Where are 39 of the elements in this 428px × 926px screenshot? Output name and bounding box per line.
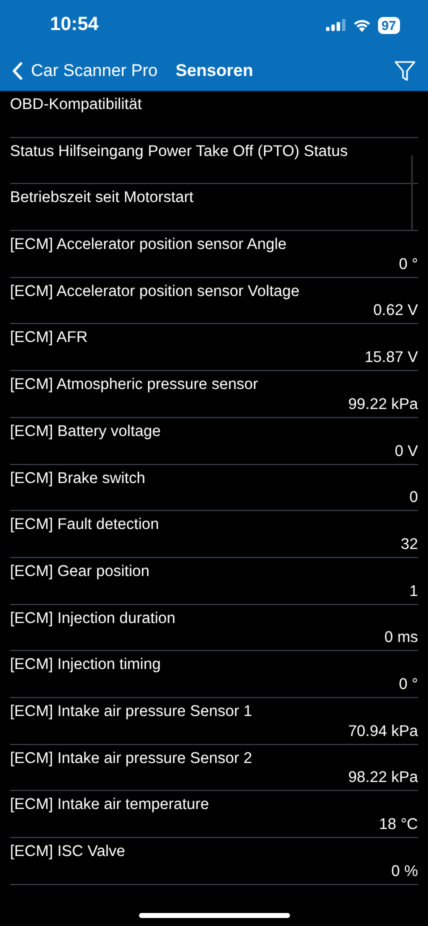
sensor-value: 0 <box>409 489 418 508</box>
sensor-name: [ECM] Intake air pressure Sensor 2 <box>10 750 254 768</box>
sensor-value: 18 °C <box>379 816 418 834</box>
sensor-name: [ECM] Accelerator position sensor Angle <box>10 236 288 254</box>
sensor-value: 0 % <box>391 862 418 881</box>
back-chevron-icon <box>12 62 23 80</box>
sensor-value: 0 ms <box>384 629 418 648</box>
sensor-value: 0 ° <box>398 676 418 694</box>
screen-title: Sensoren <box>176 60 254 80</box>
sensor-value: 1 <box>409 582 418 601</box>
sensor-name: [ECM] Intake air pressure Sensor 1 <box>10 702 254 721</box>
sensor-value: 0 ° <box>398 256 418 274</box>
sensor-name: [ECM] Injection timing <box>10 656 162 674</box>
sensor-name: [ECM] Accelerator position sensor Voltage <box>10 282 300 301</box>
sensor-value: 32 <box>400 536 418 554</box>
sensor-name: [ECM] Brake switch <box>10 470 146 488</box>
sensor-name: [ECM] AFR <box>10 329 89 348</box>
sensor-name: [ECM] Gear position <box>10 562 151 581</box>
sensor-value: 0.62 V <box>373 302 418 320</box>
sensor-name: [ECM] Atmospheric pressure sensor <box>10 376 260 394</box>
sensor-name: [ECM] Battery voltage <box>10 422 162 441</box>
sensor-name: Betriebszeit seit Motorstart <box>10 189 194 208</box>
sensor-name: [ECM] Fault detection <box>10 516 160 534</box>
status-time: 10:54 <box>50 14 100 36</box>
sensor-name: [ECM] Intake air temperature <box>10 796 210 814</box>
back-button[interactable]: Car Scanner Pro <box>12 60 158 80</box>
sensor-value: 99.22 kPa <box>348 396 418 414</box>
sensor-name: [ECM] Injection duration <box>10 610 176 628</box>
filter-icon[interactable] <box>394 60 416 82</box>
sensor-value: 15.87 V <box>364 349 418 368</box>
sensor-name: OBD-Kompatibilität <box>10 96 143 114</box>
signal-icon <box>326 19 346 31</box>
sensor-value: 70.94 kPa <box>348 722 418 741</box>
battery-level: 97 <box>378 16 400 34</box>
sensor-name: Status Hilfseingang Power Take Off (PTO) Status <box>10 142 349 161</box>
sensor-name: [ECM] ISC Valve <box>10 843 126 861</box>
wifi-icon <box>352 18 371 32</box>
sensor-value: 0 V <box>394 442 418 460</box>
sensor-value: 98.22 kPa <box>348 769 418 788</box>
